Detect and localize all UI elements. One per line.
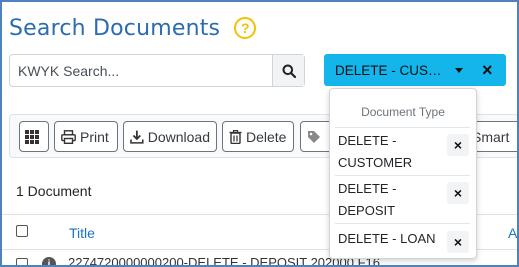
title-row: Search Documents ? (9, 13, 257, 43)
delete-label: Delete (246, 128, 287, 145)
info-icon[interactable]: i (42, 257, 56, 265)
filter-selected-label: DELETE - CUSTOMER (335, 62, 445, 78)
print-label: Print (80, 128, 109, 145)
grid-icon (25, 129, 39, 144)
download-label: Download (147, 128, 210, 145)
search-box (9, 54, 305, 87)
tag-icon (308, 130, 320, 143)
printer-icon (61, 129, 76, 144)
dropdown-item-label: DELETE - (338, 133, 397, 148)
document-type-filter-button[interactable]: DELETE - CUSTOMER × (324, 54, 506, 86)
row-checkbox[interactable] (16, 258, 28, 265)
document-type-dropdown: Document Type DELETE - CUSTOMER × DELETE… (329, 88, 477, 259)
search-documents-panel: Search Documents ? DELETE - CUSTOMER × (2, 2, 517, 265)
dropdown-item-label: DELETE - LOAN (338, 231, 436, 246)
search-button[interactable] (272, 55, 304, 86)
dropdown-item-label: DEPOSIT (338, 203, 396, 218)
document-count: 1 Document (16, 183, 92, 199)
remove-item-icon[interactable]: × (447, 182, 469, 204)
print-button[interactable]: Print (54, 121, 118, 152)
magnifier-icon (282, 64, 296, 78)
select-all-checkbox[interactable] (16, 225, 28, 237)
dropdown-item-customer[interactable]: DELETE - CUSTOMER × (335, 127, 470, 174)
question-circle-icon[interactable]: ? (234, 17, 257, 39)
dropdown-item-deposit[interactable]: DELETE - DEPOSIT × (335, 175, 470, 222)
dropdown-item-label: DELETE - (338, 181, 397, 196)
remove-item-icon[interactable]: × (447, 134, 469, 156)
grid-view-button[interactable] (19, 121, 49, 152)
dropdown-item-label: CUSTOMER (338, 155, 413, 170)
download-button[interactable]: Download (123, 121, 217, 152)
chevron-down-icon (455, 67, 463, 73)
column-header-title[interactable]: Title (69, 225, 95, 241)
clear-filter-icon[interactable]: × (482, 60, 493, 81)
trash-icon (229, 129, 242, 144)
remove-item-icon[interactable]: × (447, 231, 469, 253)
smart-label: Smart (472, 128, 510, 145)
search-input[interactable] (10, 55, 272, 86)
dropdown-item-loan[interactable]: DELETE - LOAN × (335, 223, 470, 253)
delete-button[interactable]: Delete (222, 121, 294, 152)
dropdown-header: Document Type (361, 105, 445, 119)
page-title: Search Documents (9, 15, 221, 41)
column-header-a[interactable]: A (508, 225, 517, 241)
download-icon (130, 130, 144, 144)
